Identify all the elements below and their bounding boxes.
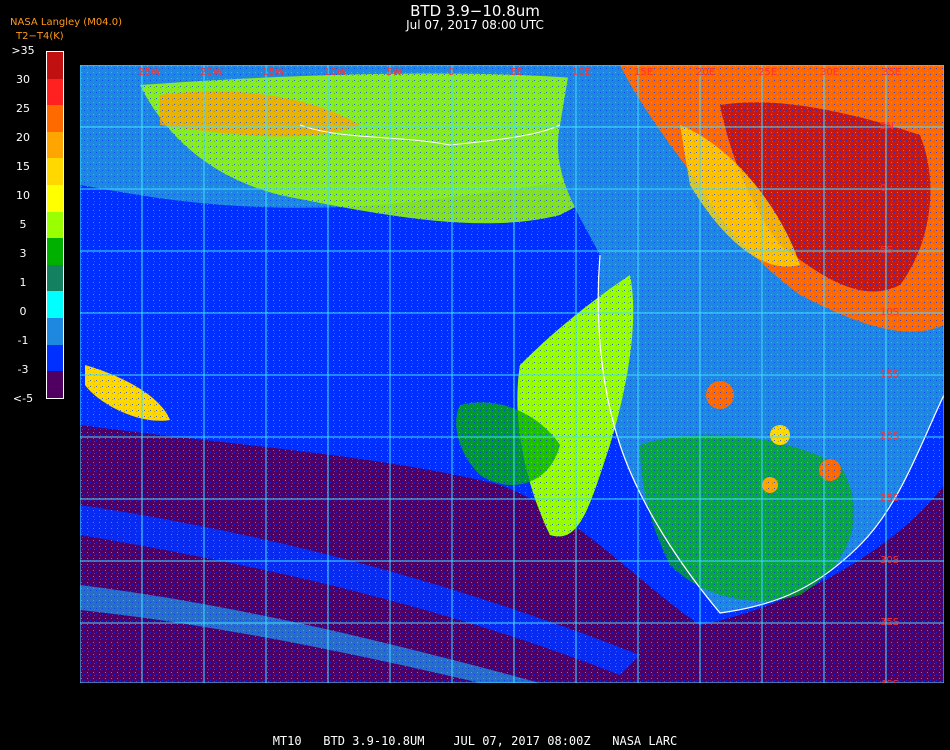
latitude-label: 15S xyxy=(880,369,899,380)
legend-label: 3 xyxy=(19,247,27,260)
longitude-label: 20W xyxy=(200,67,223,78)
longitude-label: 15E xyxy=(634,67,653,78)
legend-swatch xyxy=(47,52,63,79)
latitude-label: 0 xyxy=(880,183,886,194)
longitude-label: 15W xyxy=(262,67,285,78)
longitude-label: 10W xyxy=(324,67,347,78)
legend-swatch xyxy=(47,344,63,372)
legend-label: >35 xyxy=(11,44,35,57)
legend-label: 10 xyxy=(16,189,30,202)
latitude-label: 30S xyxy=(880,555,899,566)
speckle-texture xyxy=(80,65,944,683)
legend-label: 30 xyxy=(16,73,30,86)
legend-swatch xyxy=(47,238,63,265)
legend-color-bar xyxy=(46,51,64,399)
legend-swatch xyxy=(47,318,63,345)
legend-label: 25 xyxy=(16,102,30,115)
legend-label: 15 xyxy=(16,160,30,173)
longitude-label: 20E xyxy=(696,67,715,78)
legend-swatch xyxy=(47,211,63,239)
latitude-label: 25S xyxy=(880,493,899,504)
legend-label: 5 xyxy=(19,218,27,231)
units-label: T2−T4(K) xyxy=(16,31,64,42)
legend-label: <-5 xyxy=(12,392,34,405)
longitude-label: 5E xyxy=(510,67,523,78)
legend-swatch xyxy=(47,105,63,132)
legend-label: 1 xyxy=(19,276,27,289)
longitude-label: 10E xyxy=(572,67,591,78)
legend-label: 0 xyxy=(19,305,27,318)
legend-label: 20 xyxy=(16,131,30,144)
legend-label: -3 xyxy=(17,363,29,376)
longitude-label: 30E xyxy=(820,67,839,78)
longitude-label: 0 xyxy=(448,67,454,78)
legend-label: -1 xyxy=(17,334,29,347)
longitude-label: 5W xyxy=(386,67,402,78)
legend-swatch xyxy=(47,158,63,186)
map-datetime: Jul 07, 2017 08:00 UTC xyxy=(406,18,544,32)
footer-caption: MT10 BTD 3.9-10.8UM JUL 07, 2017 08:00Z … xyxy=(272,734,678,748)
longitude-label: 35E xyxy=(882,67,901,78)
legend-swatch xyxy=(47,264,63,292)
legend-swatch xyxy=(47,185,63,212)
longitude-label: 25W xyxy=(138,67,161,78)
longitude-label: 25E xyxy=(758,67,777,78)
source-label: NASA Langley (M04.0) xyxy=(10,17,122,28)
latitude-label: 5S xyxy=(880,245,893,256)
latitude-label: 20S xyxy=(880,431,899,442)
legend-swatch xyxy=(47,78,63,106)
latitude-label: 10S xyxy=(880,307,899,318)
legend-swatch xyxy=(47,291,63,319)
latitude-label: 5N xyxy=(880,121,894,132)
legend-swatch xyxy=(47,371,63,398)
latitude-label: 35S xyxy=(880,617,899,628)
latitude-label: 40S xyxy=(880,679,899,683)
satellite-map[interactable]: 25W 20W 15W 10W 5W 0 5E 10E 15E 20E 25E 30E 35E 5N 0 5S… xyxy=(80,65,944,683)
legend-swatch xyxy=(47,131,63,159)
map-canvas: 25W 20W 15W 10W 5W 0 5E 10E 15E 20E 25E 30E 35E 5N 0 5S… xyxy=(80,65,944,683)
